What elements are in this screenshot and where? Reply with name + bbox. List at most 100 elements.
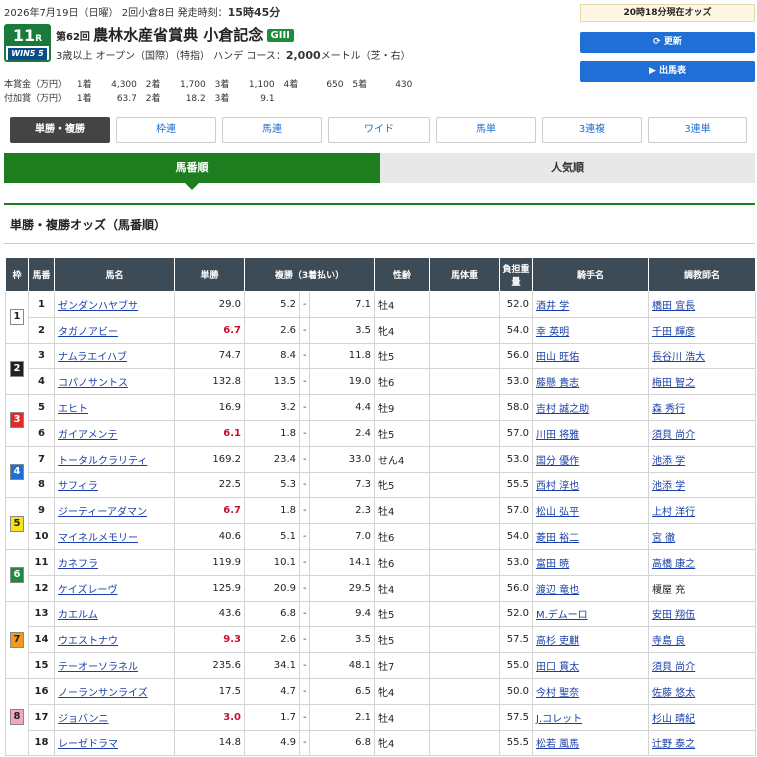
- trainer-link[interactable]: 長谷川 浩大: [652, 352, 705, 363]
- trainer-cell: 梅田 智之: [648, 368, 756, 396]
- jockey-link[interactable]: 藤懸 貴志: [536, 378, 579, 389]
- trainer-link[interactable]: 杉山 晴紀: [652, 714, 695, 725]
- header-weight: 負担重量: [499, 257, 533, 292]
- carried-weight: 53.0: [499, 368, 533, 396]
- horse-name-link[interactable]: サフィラ: [58, 481, 98, 492]
- tab-win-place[interactable]: 単勝・複勝: [10, 117, 110, 143]
- trainer-link[interactable]: 森 秀行: [652, 404, 685, 415]
- horse-number: 18: [28, 729, 55, 757]
- trainer-cell: 千田 輝彦: [648, 316, 756, 344]
- jockey-cell: 松若 風馬: [532, 729, 649, 757]
- horse-name-cell: ジョバンニ: [54, 703, 175, 731]
- jockey-cell: 川田 将雅: [532, 419, 649, 447]
- jockey-link[interactable]: 幸 英明: [536, 327, 569, 338]
- trainer-link[interactable]: 安田 翔伍: [652, 610, 695, 621]
- horse-name-link[interactable]: エヒト: [58, 404, 88, 415]
- horse-name-link[interactable]: ジョバンニ: [58, 714, 109, 725]
- horse-name-link[interactable]: カネフラ: [58, 559, 98, 570]
- trainer-cell: 須貝 尚介: [648, 652, 756, 679]
- trainer-link[interactable]: 高橋 康之: [652, 559, 695, 570]
- trainer-link[interactable]: 寺島 良: [652, 636, 685, 647]
- place-odds-separator: -: [299, 445, 310, 473]
- trainer-cell: 杉山 晴紀: [648, 703, 756, 731]
- trainer-link[interactable]: 佐藤 悠太: [652, 688, 695, 699]
- jockey-link[interactable]: 高杉 吏麒: [536, 636, 579, 647]
- jockey-link[interactable]: 酒井 学: [536, 301, 569, 312]
- jockey-link[interactable]: 川田 将雅: [536, 430, 579, 441]
- jockey-link[interactable]: J.コレット: [536, 714, 582, 725]
- horse-name-cell: ノーランサンライズ: [54, 677, 175, 705]
- table-row: 8 サフィラ 22.5 5.3-7.3 牝5 55.5 西村 淳也 池添 学: [6, 471, 756, 499]
- trainer-link[interactable]: 宮 徹: [652, 533, 675, 544]
- tab-trio[interactable]: 3連複: [542, 117, 642, 143]
- jockey-link[interactable]: 吉村 誠之助: [536, 404, 589, 415]
- jockey-link[interactable]: 松若 風馬: [536, 739, 579, 750]
- horse-name-link[interactable]: ナムラエイハブ: [58, 352, 127, 363]
- horse-name-link[interactable]: レーゼドラマ: [58, 739, 118, 750]
- horse-name-link[interactable]: マイネルメモリー: [58, 533, 138, 544]
- jockey-link[interactable]: 菱田 裕二: [536, 533, 579, 544]
- sort-tabs: 馬番順 人気順: [4, 153, 755, 190]
- place-odds-max: 29.5: [309, 574, 375, 602]
- horse-name-link[interactable]: ゼンダンハヤブサ: [58, 301, 138, 312]
- horse-name-link[interactable]: ガイアメンテ: [58, 430, 118, 441]
- horse-name-link[interactable]: ケイズレーヴ: [58, 585, 118, 596]
- body-weight: [429, 523, 500, 550]
- horse-name-link[interactable]: タガノアビー: [58, 327, 118, 338]
- tab-sort-by-number[interactable]: 馬番順: [4, 153, 380, 190]
- place-odds-separator: -: [299, 419, 310, 447]
- jockey-link[interactable]: 渡辺 竜也: [536, 585, 579, 596]
- jockey-link[interactable]: 今村 聖奈: [536, 688, 579, 699]
- entries-button[interactable]: ▶ 出馬表: [580, 61, 755, 82]
- tab-sort-by-popularity[interactable]: 人気順: [380, 153, 755, 183]
- tab-bracket-quinella[interactable]: 枠連: [116, 117, 216, 143]
- sex-age: 牡5: [374, 600, 430, 628]
- trainer-link[interactable]: 須貝 尚介: [652, 662, 695, 673]
- jockey-link[interactable]: 富田 暁: [536, 559, 569, 570]
- trainer-link[interactable]: 池添 学: [652, 456, 685, 467]
- trainer-link[interactable]: 上村 洋行: [652, 507, 695, 518]
- trainer-link[interactable]: 千田 輝彦: [652, 327, 695, 338]
- place-odds-min: 5.2: [244, 291, 300, 318]
- place-odds-max: 2.3: [309, 497, 375, 525]
- jockey-cell: 吉村 誠之助: [532, 394, 649, 421]
- trainer-link[interactable]: 橋田 宜長: [652, 301, 695, 312]
- trainer-link[interactable]: 梅田 智之: [652, 378, 695, 389]
- body-weight: [429, 600, 500, 628]
- horse-name-link[interactable]: ウエストナウ: [58, 636, 118, 647]
- place-odds-min: 13.5: [244, 368, 300, 396]
- trainer-link[interactable]: 池添 学: [652, 481, 685, 492]
- table-row: 14 ウエストナウ 9.3 2.6-3.5 牡5 57.5 高杉 吏麒 寺島 良: [6, 626, 756, 654]
- jockey-link[interactable]: 国分 優作: [536, 456, 579, 467]
- place-odds-separator: -: [299, 626, 310, 654]
- horse-name-link[interactable]: カエルム: [58, 610, 98, 621]
- jockey-link[interactable]: 田口 貫太: [536, 662, 579, 673]
- jockey-link[interactable]: 西村 淳也: [536, 481, 579, 492]
- jockey-link[interactable]: 田山 旺佑: [536, 352, 579, 363]
- section-title: 単勝・複勝オッズ（馬番順）: [10, 218, 167, 232]
- trainer-cell: 橋田 宜長: [648, 291, 756, 318]
- trainer-link[interactable]: 須貝 尚介: [652, 430, 695, 441]
- win-odds: 235.6: [174, 652, 245, 679]
- carried-weight: 55.5: [499, 729, 533, 757]
- refresh-button[interactable]: ⟳ 更新: [580, 32, 755, 53]
- tab-quinella[interactable]: 馬連: [222, 117, 322, 143]
- horse-name-link[interactable]: ジーティーアダマン: [58, 507, 147, 518]
- horse-name-link[interactable]: ノーランサンライズ: [58, 688, 148, 699]
- horse-name-cell: コパノサントス: [54, 368, 175, 396]
- tab-trifecta[interactable]: 3連単: [648, 117, 747, 143]
- horse-name-link[interactable]: トータルクラリティ: [58, 456, 147, 467]
- jockey-link[interactable]: 松山 弘平: [536, 507, 579, 518]
- jockey-link[interactable]: M.デムーロ: [536, 610, 588, 621]
- horse-name-link[interactable]: テーオーソラネル: [58, 662, 138, 673]
- section-divider: [4, 203, 755, 205]
- horse-name-cell: カネフラ: [54, 548, 175, 576]
- win-odds: 119.9: [174, 548, 245, 576]
- trainer-link[interactable]: 辻野 泰之: [652, 739, 695, 750]
- sex-age: 牡9: [374, 394, 430, 421]
- tab-wide[interactable]: ワイド: [328, 117, 430, 143]
- race-title: 第62回 農林水産省賞典 小倉記念 GIII: [56, 24, 294, 45]
- tab-exacta[interactable]: 馬単: [436, 117, 536, 143]
- trainer-cell: 須貝 尚介: [648, 419, 756, 447]
- horse-name-link[interactable]: コパノサントス: [58, 378, 128, 389]
